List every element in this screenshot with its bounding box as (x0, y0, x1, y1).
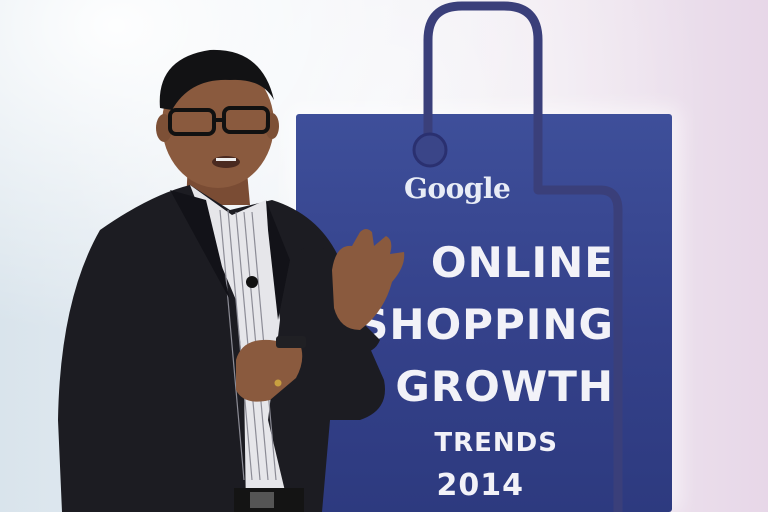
photo-scene: Google ONLINE SHOPPING GROWTH TRENDS 201… (0, 0, 768, 512)
presenter (58, 49, 405, 512)
